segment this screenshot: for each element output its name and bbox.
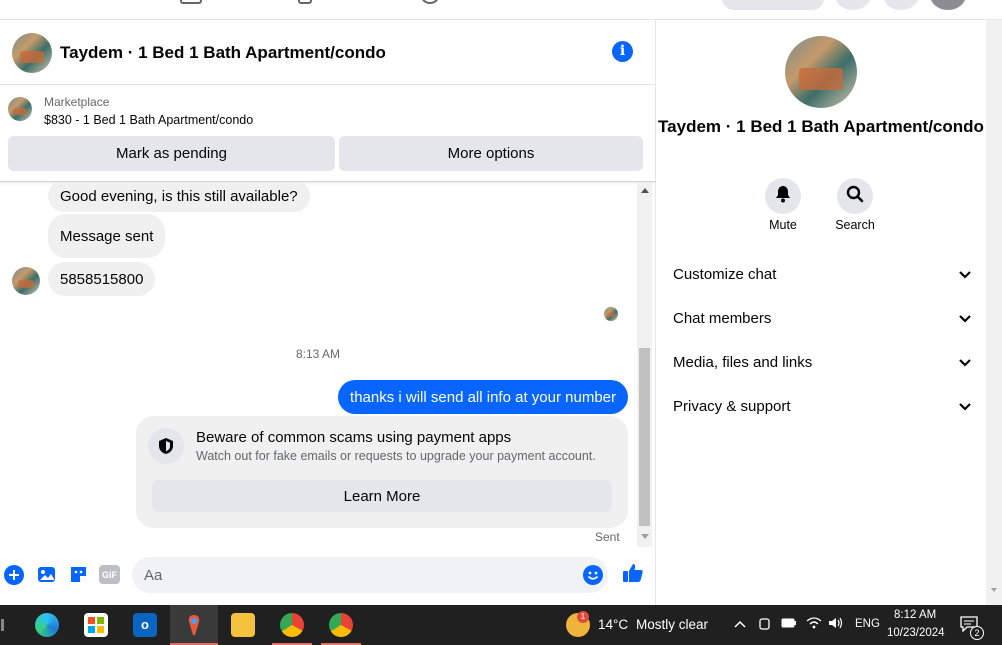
top-navigation-strip (0, 0, 1002, 20)
message-timestamp: 8:13 AM (296, 347, 341, 361)
taskbar-edge (1, 619, 4, 631)
weather-badge: 1 (577, 611, 589, 623)
edge-browser-icon[interactable] (35, 613, 59, 637)
info-icon[interactable]: i (612, 41, 633, 62)
page-scrollbar[interactable] (986, 20, 1002, 605)
mute-button[interactable] (765, 178, 801, 214)
chat-title[interactable]: Taydem · 1 Bed 1 Bath Apartment/condo (60, 43, 386, 63)
chevron-down-icon (959, 310, 971, 327)
section-label: Chat members (673, 309, 772, 327)
notification-count-badge: 2 (970, 626, 984, 640)
mute-label: Mute (769, 218, 797, 232)
outgoing-message: thanks i will send all info at your numb… (338, 380, 628, 414)
listing-thumbnail[interactable] (8, 97, 32, 121)
chat-header: Taydem · 1 Bed 1 Bath Apartment/condo i (0, 20, 655, 85)
scam-warning-card: Beware of common scams using payment app… (136, 416, 628, 528)
marketplace-bar: Marketplace $830 - 1 Bed 1 Bath Apartmen… (0, 86, 655, 182)
sticker-icon[interactable] (68, 564, 89, 590)
chat-scrollbar[interactable] (637, 182, 652, 547)
learn-more-button[interactable]: Learn More (152, 480, 612, 512)
message-input[interactable] (132, 557, 608, 593)
clock-date[interactable]: 10/23/2024 (887, 627, 945, 639)
chevron-down-icon (959, 266, 971, 283)
message-composer: GIF (0, 547, 655, 605)
details-title: Taydem · 1 Bed 1 Bath Apartment/condo (658, 117, 984, 136)
volume-icon[interactable] (828, 616, 844, 633)
menu-button-partial[interactable] (835, 0, 871, 10)
section-label: Media, files and links (673, 353, 813, 371)
bell-icon (775, 185, 791, 208)
privacy-support-row[interactable]: Privacy & support (673, 384, 971, 428)
store-icon[interactable] (84, 613, 108, 637)
scroll-thumb[interactable] (639, 348, 650, 526)
section-label: Privacy & support (673, 397, 791, 415)
message-list: Good evening, is this still available? M… (0, 182, 636, 547)
more-options-button[interactable]: More options (339, 136, 643, 171)
nav-icon-partial[interactable] (180, 0, 202, 4)
chat-avatar[interactable] (12, 33, 52, 73)
nav-pill-partial[interactable] (722, 0, 824, 10)
chrome-profile-icon[interactable] (329, 613, 353, 637)
incoming-message: 5858515800 (48, 262, 156, 296)
nav-icon-partial[interactable] (420, 0, 440, 4)
language-indicator[interactable]: ENG (855, 618, 880, 630)
meet-icon[interactable] (758, 616, 772, 635)
clock-time[interactable]: 8:12 AM (894, 609, 936, 621)
remote-app-icon[interactable] (182, 613, 206, 637)
sent-status: Sent (595, 530, 620, 544)
plus-circle-icon[interactable] (4, 565, 24, 590)
marketplace-label: Marketplace (44, 95, 110, 109)
section-label: Customize chat (673, 265, 777, 283)
chrome-icon[interactable] (280, 613, 304, 637)
windows-taskbar: o 1 14°C Mostly clear ENG 8:12 AM 10/23/… (0, 605, 1002, 645)
battery-icon[interactable] (781, 617, 797, 632)
shield-icon (148, 428, 184, 464)
chevron-down-icon (959, 354, 971, 371)
thumbs-up-icon[interactable] (622, 562, 644, 589)
chevron-down-icon (959, 398, 971, 415)
search-icon (846, 185, 864, 208)
photo-icon[interactable] (36, 564, 57, 590)
wifi-icon[interactable] (806, 616, 822, 633)
chat-panel: Taydem · 1 Bed 1 Bath Apartment/condo i … (0, 20, 656, 605)
weather-temperature[interactable]: 14°C (598, 617, 628, 632)
details-avatar[interactable] (785, 36, 857, 108)
media-files-links-row[interactable]: Media, files and links (673, 340, 971, 384)
scroll-down-arrow[interactable] (641, 534, 649, 539)
scam-warning-subtitle: Watch out for fake emails or requests to… (196, 449, 596, 463)
scroll-down-arrow[interactable] (991, 588, 997, 592)
profile-avatar-partial[interactable] (930, 0, 966, 10)
chat-members-row[interactable]: Chat members (673, 296, 971, 340)
chevron-up-icon[interactable] (734, 615, 746, 631)
read-receipt-avatar (604, 307, 618, 321)
search-label: Search (835, 218, 875, 232)
nav-icon-partial[interactable] (298, 0, 312, 4)
sender-avatar[interactable] (12, 267, 40, 295)
incoming-message: Message sent (48, 214, 166, 258)
listing-title[interactable]: $830 - 1 Bed 1 Bath Apartment/condo (44, 113, 253, 127)
incoming-message: Good evening, is this still available? (48, 182, 310, 212)
customize-chat-row[interactable]: Customize chat (673, 252, 971, 296)
scam-warning-title: Beware of common scams using payment app… (196, 429, 512, 446)
weather-description[interactable]: Mostly clear (636, 617, 708, 632)
mark-as-pending-button[interactable]: Mark as pending (8, 136, 335, 171)
conversation-details-panel: Taydem · 1 Bed 1 Bath Apartment/condo Mu… (657, 20, 985, 605)
file-explorer-icon[interactable] (231, 613, 255, 637)
notification-button-partial[interactable] (883, 0, 919, 10)
scroll-up-arrow[interactable] (641, 188, 649, 193)
gif-icon[interactable]: GIF (99, 565, 120, 584)
emoji-icon[interactable] (583, 565, 603, 590)
outlook-icon[interactable]: o (133, 613, 157, 637)
search-button[interactable] (837, 178, 873, 214)
